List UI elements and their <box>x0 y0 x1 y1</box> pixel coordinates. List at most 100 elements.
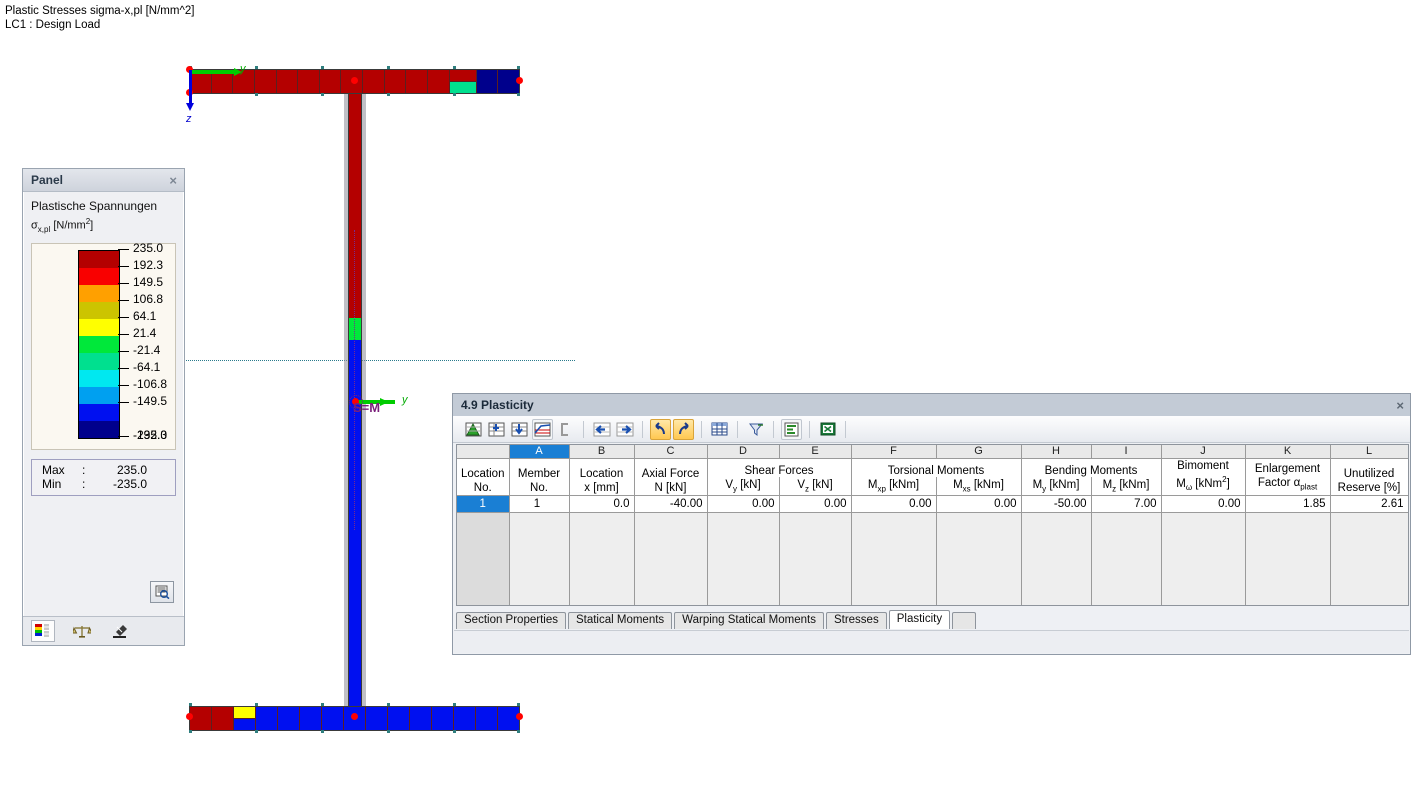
cell-unutilized-reserve[interactable]: 2.61 <box>1330 495 1408 513</box>
report-icon[interactable] <box>781 418 802 440</box>
empty-cell[interactable] <box>1091 512 1162 605</box>
cell-bimoment[interactable]: 0.00 <box>1161 495 1246 513</box>
empty-cell[interactable] <box>634 512 708 605</box>
empty-cell[interactable] <box>1330 512 1408 605</box>
axis-y-centroid-arrow <box>380 398 389 406</box>
grid-table-icon[interactable] <box>709 419 730 440</box>
column-header-d[interactable]: D <box>707 445 780 459</box>
color-legend[interactable]: 235.0 192.3 149.5 106.8 64.1 21.4 -21.4 … <box>31 241 176 450</box>
cell-vy[interactable]: 0.00 <box>707 495 780 513</box>
column-header-f[interactable]: F <box>851 445 937 459</box>
empty-cell[interactable] <box>1021 512 1092 605</box>
legend-swatch <box>78 318 120 336</box>
legend-swatch <box>78 267 120 285</box>
colors-legend-icon[interactable] <box>31 620 55 642</box>
cell-my[interactable]: -50.00 <box>1021 495 1092 513</box>
node-point[interactable] <box>186 713 193 720</box>
empty-cell[interactable] <box>1245 512 1331 605</box>
microscope-icon[interactable] <box>109 621 131 641</box>
web-upper-segment[interactable] <box>348 94 362 318</box>
node-point[interactable] <box>516 713 523 720</box>
plasticity-table[interactable]: A B C D E F G H I J K L Location No. Memb… <box>457 445 1408 605</box>
toolbar-separator <box>773 420 774 438</box>
column-header-h[interactable]: H <box>1021 445 1092 459</box>
header-enlargement-factor: Enlargement Factor αplast <box>1245 458 1331 496</box>
column-header-j[interactable]: J <box>1161 445 1246 459</box>
toolbar-separator <box>845 420 846 438</box>
legend-tick-label: -235.0 <box>133 427 168 442</box>
close-icon[interactable]: × <box>1396 398 1404 413</box>
table-window-title: 4.9 Plasticity <box>461 398 534 412</box>
column-header-a[interactable]: A <box>509 445 570 459</box>
column-header-i[interactable]: I <box>1091 445 1162 459</box>
web-transition-segment[interactable] <box>348 318 362 340</box>
cell-enlargement-factor[interactable]: 1.85 <box>1245 495 1331 513</box>
cell-mz[interactable]: 7.00 <box>1091 495 1162 513</box>
row-header-1[interactable]: 1 <box>457 495 510 513</box>
max-label: Max <box>42 462 65 477</box>
panel-window[interactable]: Panel × Plastische Spannungen σx,pl [N/m… <box>22 168 185 646</box>
column-header-c[interactable]: C <box>634 445 708 459</box>
cell-axial-force[interactable]: -40.00 <box>634 495 708 513</box>
empty-row-header[interactable] <box>457 512 510 605</box>
column-header-e[interactable]: E <box>779 445 852 459</box>
empty-cell[interactable] <box>779 512 852 605</box>
column-header-k[interactable]: K <box>1245 445 1331 459</box>
empty-cell[interactable] <box>851 512 937 605</box>
empty-cell[interactable] <box>707 512 780 605</box>
grid-corner[interactable] <box>457 445 510 459</box>
header-member-no: Member No. <box>509 458 570 496</box>
tab-placeholder[interactable] <box>952 612 977 629</box>
next-icon[interactable] <box>614 419 635 440</box>
filter-icon[interactable] <box>745 419 766 440</box>
panel-tab-strip[interactable] <box>23 616 184 645</box>
tab-section-properties[interactable]: Section Properties <box>456 612 566 629</box>
results-grid[interactable]: A B C D E F G H I J K L Location No. Memb… <box>456 444 1409 606</box>
export-excel-icon[interactable] <box>817 419 838 440</box>
legend-swatch <box>78 249 120 268</box>
table-tab-strip[interactable]: Section Properties Statical Moments Warp… <box>456 610 978 629</box>
panel-titlebar[interactable]: Panel × <box>23 169 184 192</box>
centroid-circle <box>349 395 363 409</box>
tab-statical-moments[interactable]: Statical Moments <box>567 612 673 629</box>
selection-bracket-icon[interactable] <box>555 419 576 440</box>
axis-y-centroid-label: y <box>402 394 408 406</box>
column-header-g[interactable]: G <box>936 445 1022 459</box>
node-point[interactable] <box>516 77 523 84</box>
cell-member-no[interactable]: 1 <box>509 495 570 513</box>
column-header-b[interactable]: B <box>569 445 635 459</box>
table-toolbar[interactable] <box>453 416 1410 443</box>
results-table-window[interactable]: 4.9 Plasticity × A B C D E F G H I J K L… <box>452 393 1411 655</box>
empty-cell[interactable] <box>1161 512 1246 605</box>
previous-icon[interactable] <box>591 419 612 440</box>
table-window-titlebar[interactable]: 4.9 Plasticity × <box>453 394 1410 416</box>
header-vz: Vz [kN] <box>779 477 852 496</box>
node-point[interactable] <box>351 713 358 720</box>
delete-row-icon[interactable] <box>509 419 530 440</box>
legend-unit-close: ] <box>90 219 94 232</box>
group-bending-moments: Bending Moments <box>1021 458 1162 478</box>
show-graphic-icon[interactable] <box>463 419 484 440</box>
tab-stresses[interactable]: Stresses <box>825 612 887 629</box>
cell-mxs[interactable]: 0.00 <box>936 495 1022 513</box>
toolbar-separator <box>809 420 810 438</box>
close-icon[interactable]: × <box>166 173 180 188</box>
node-point[interactable] <box>351 77 358 84</box>
empty-cell[interactable] <box>509 512 570 605</box>
magnifier-icon[interactable] <box>150 581 174 603</box>
results-diagram-icon[interactable] <box>532 418 553 440</box>
empty-cell[interactable] <box>569 512 635 605</box>
sigma-symbol: σ <box>31 219 38 232</box>
scales-icon[interactable] <box>71 621 93 641</box>
cell-location-x[interactable]: 0.0 <box>569 495 635 513</box>
cell-vz[interactable]: 0.00 <box>779 495 852 513</box>
insert-row-icon[interactable] <box>486 419 507 440</box>
web-mesh-centerline <box>354 230 355 530</box>
undo-icon[interactable] <box>650 418 671 440</box>
tab-warping-statical-moments[interactable]: Warping Statical Moments <box>674 612 824 629</box>
redo-icon[interactable] <box>673 418 694 440</box>
column-header-l[interactable]: L <box>1330 445 1408 459</box>
cell-mxp[interactable]: 0.00 <box>851 495 937 513</box>
tab-plasticity[interactable]: Plasticity <box>888 610 951 629</box>
empty-cell[interactable] <box>936 512 1022 605</box>
